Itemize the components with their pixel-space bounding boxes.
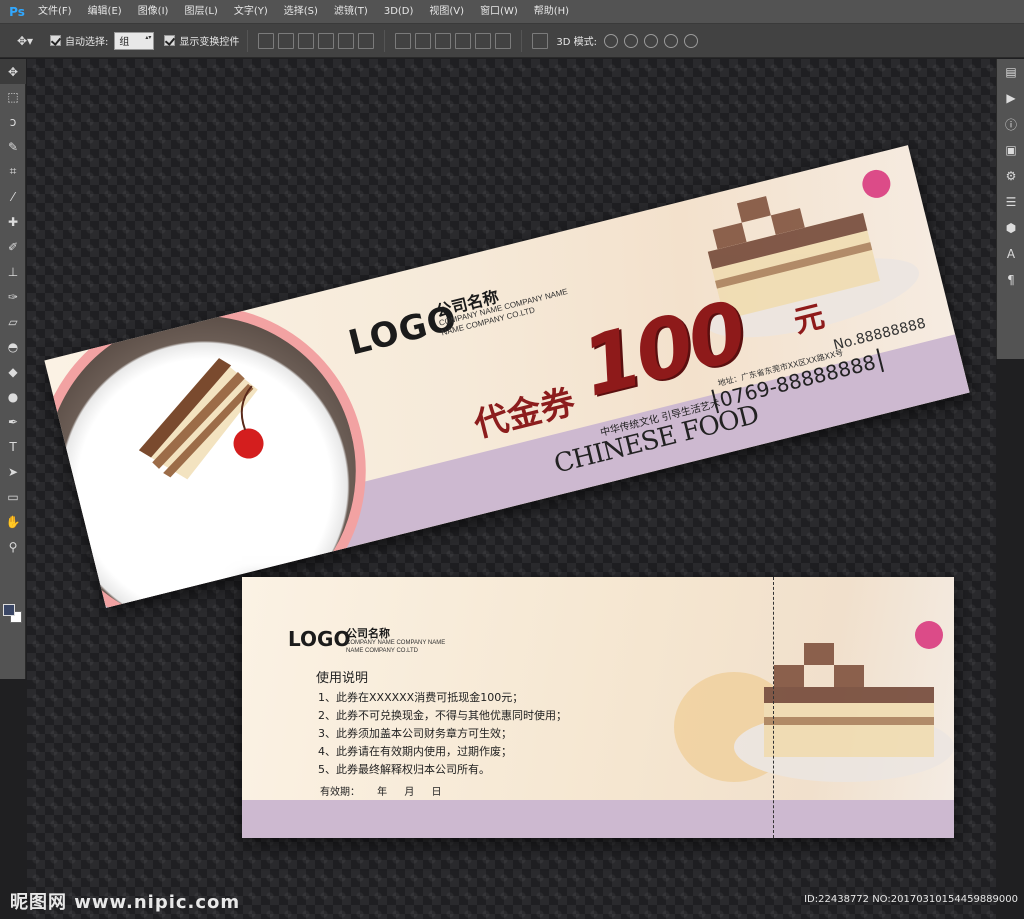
usage-heading: 使用说明 [316,671,369,686]
distribute-left-icon[interactable] [455,32,472,49]
crop-tool-icon[interactable]: ⌗ [0,159,26,184]
zoom-tool-icon[interactable]: ⚲ [0,534,26,559]
show-transform-checkbox[interactable]: 显示变换控件 [164,33,239,48]
quick-select-tool-icon[interactable]: ✎ [0,134,26,159]
slide-3d-icon[interactable] [664,33,678,48]
distribute-right-icon[interactable] [495,32,512,49]
foreground-color-swatch[interactable] [3,604,15,616]
blur-tool-icon[interactable]: ◆ [0,359,26,384]
menu-type[interactable]: 文字(Y) [226,0,276,24]
usage-rule: 4、此券请在有效期内使用，过期作废； [318,745,512,758]
image-id-watermark: ID:22438772 NO:20170310154459889000 [804,894,1018,905]
menu-edit[interactable]: 编辑(E) [80,0,130,24]
separator [384,29,386,52]
menu-3d[interactable]: 3D(D) [376,0,422,24]
menu-filter[interactable]: 滤镜(T) [326,0,376,24]
scale-3d-icon[interactable] [684,33,698,48]
character-panel-icon[interactable]: A [997,241,1024,267]
usage-rule: 3、此券须加盖本公司财务章方可生效； [318,727,512,740]
company-name-en: COMPANY NAME COMPANY NAME NAME COMPANY C… [346,639,466,655]
lasso-tool-icon[interactable]: ↄ [0,109,26,134]
history-brush-tool-icon[interactable]: ✑ [0,284,26,309]
roll-3d-icon[interactable] [624,33,638,48]
dodge-tool-icon[interactable]: ● [0,384,26,409]
align-hcenter-icon[interactable] [338,32,355,49]
distribute-bottom-icon[interactable] [435,32,452,49]
rectangle-tool-icon[interactable]: ▭ [0,484,26,509]
show-transform-label: 显示变换控件 [179,37,240,48]
3d-panel-icon[interactable]: ⬢ [997,215,1024,241]
eraser-tool-icon[interactable]: ▱ [0,309,26,334]
photoshop-logo: Ps [9,4,25,19]
menu-layer[interactable]: 图层(L) [176,0,225,24]
voucher-back-band [242,800,954,838]
voucher-back: LOGO 公司名称 COMPANY NAME COMPANY NAME NAME… [242,577,954,838]
pen-tool-icon[interactable]: ✒ [0,409,26,434]
properties-panel-icon[interactable]: ▣ [997,137,1024,163]
menu-select[interactable]: 选择(S) [276,0,326,24]
usage-rules: 1、此券在XXXXXX消费可抵现金100元； 2、此券不可兑换现金，不得与其他优… [318,689,567,779]
distribute-top-icon[interactable] [395,32,412,49]
menu-view[interactable]: 视图(V) [421,0,472,24]
site-watermark: 昵图网 www.nipic.com [10,892,241,913]
align-left-icon[interactable] [318,32,335,49]
move-tool-icon[interactable]: ✥ [0,59,26,84]
checkbox-checked-icon [50,35,61,46]
validity-text: 有效期： 年 月 日 [320,787,442,798]
menu-window[interactable]: 窗口(W) [472,0,526,24]
company-name-en-line-2: NAME COMPANY CO.LTD [346,648,419,654]
options-bar: ✥▾ 自动选择: 组 显示变换控件 3D 模式: [0,24,1024,58]
cake-slice-image [138,358,264,480]
align-top-icon[interactable] [258,32,275,49]
type-tool-icon[interactable]: T [0,434,26,459]
clone-stamp-tool-icon[interactable]: ⊥ [0,259,26,284]
menu-file[interactable]: 文件(F) [30,0,80,24]
perforation-line [773,577,774,838]
paragraph-panel-icon[interactable]: ¶ [997,267,1024,293]
distribute-vcenter-icon[interactable] [415,32,432,49]
marquee-tool-icon[interactable]: ⬚ [0,84,26,109]
company-logo: LOGO [288,627,351,651]
cake-decoration-image [674,621,954,782]
paint-bucket-tool-icon[interactable]: ◓ [0,334,26,359]
distribute-hcenter-icon[interactable] [475,32,492,49]
usage-rule: 2、此券不可兑换现金，不得与其他优惠同时使用； [318,709,567,722]
info-panel-icon[interactable]: ⓘ [997,111,1024,137]
menu-image[interactable]: 图像(I) [130,0,177,24]
separator [521,29,523,52]
menu-bar: Ps 文件(F) 编辑(E) 图像(I) 图层(L) 文字(Y) 选择(S) 滤… [0,0,1024,24]
menu-help[interactable]: 帮助(H) [526,0,577,24]
hand-tool-icon[interactable]: ✋ [0,509,26,534]
usage-rule: 5、此券最终解释权归本公司所有。 [318,763,490,776]
history-panel-icon[interactable]: ▤ [997,59,1024,85]
checkbox-checked-icon [164,35,176,46]
align-vcenter-icon[interactable] [278,32,295,49]
healing-brush-tool-icon[interactable]: ✚ [0,209,26,234]
usage-rule: 1、此券在XXXXXX消费可抵现金100元； [318,691,524,704]
eyedropper-tool-icon[interactable]: ⁄ [0,184,26,209]
auto-select-dropdown[interactable]: 组 [114,31,155,50]
align-right-icon[interactable] [358,32,375,49]
company-name-en-line-1: COMPANY NAME COMPANY NAME [346,640,446,646]
rotate-3d-icon[interactable] [604,33,618,48]
brush-panel-icon[interactable]: ⚙ [997,163,1024,189]
auto-select-checkbox[interactable]: 自动选择: [50,33,108,48]
align-bottom-icon[interactable] [298,32,315,49]
adjustments-panel-icon[interactable]: ☰ [997,189,1024,215]
mode-3d-label: 3D 模式: [556,37,597,48]
auto-align-icon[interactable] [532,32,549,49]
drag-3d-icon[interactable] [644,33,658,48]
separator [247,29,249,52]
auto-select-label: 自动选择: [65,37,109,48]
brush-tool-icon[interactable]: ✐ [0,234,26,259]
path-selection-tool-icon[interactable]: ➤ [0,459,26,484]
panel-dock: ▤ ▶ ⓘ ▣ ⚙ ☰ ⬢ A ¶ [996,59,1024,359]
move-tool-preset-icon[interactable]: ✥▾ [10,30,40,52]
tools-panel: ✥ ⬚ ↄ ✎ ⌗ ⁄ ✚ ✐ ⊥ ✑ ▱ ◓ ◆ ● ✒ T ➤ ▭ ✋ ⚲ [0,59,26,679]
actions-panel-icon[interactable]: ▶ [997,85,1024,111]
